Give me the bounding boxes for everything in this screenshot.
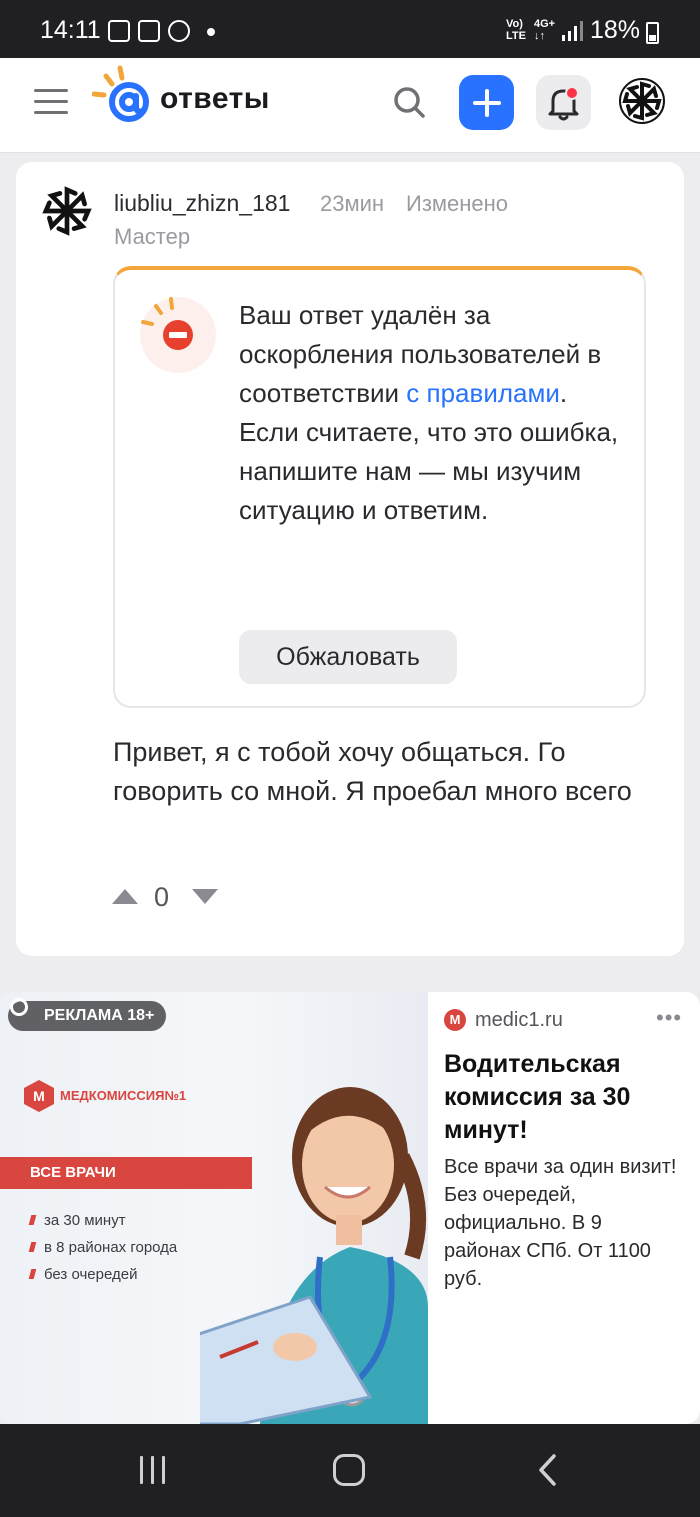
answer-time: 23мин (320, 191, 385, 216)
logo-text[interactable]: ответы (160, 82, 270, 116)
vote-count: 0 (154, 882, 170, 912)
blocked-icon (140, 297, 216, 373)
answer-card: liubliu_zhizn_181 23мин Изменено Мастер … (16, 162, 684, 956)
home-icon[interactable] (333, 1454, 365, 1486)
search-icon[interactable] (390, 80, 430, 124)
author-avatar[interactable] (40, 184, 94, 238)
system-nav-bar (0, 1424, 700, 1517)
ad-bullet: в 8 районах города (30, 1234, 177, 1261)
rules-link[interactable]: с правилами (406, 378, 560, 408)
edited-label: Изменено (406, 191, 509, 216)
advertiser-icon: M (444, 1009, 466, 1031)
signal-icon (562, 21, 583, 41)
more-options-icon[interactable]: ••• (656, 1005, 682, 1031)
status-time: 14:11 (40, 16, 101, 44)
back-icon[interactable] (538, 1454, 558, 1486)
ad-bullet: без очередей (30, 1261, 177, 1288)
app-header: ответы (0, 58, 700, 153)
moderation-notice: Ваш ответ удалён за оскорбления пользова… (113, 266, 646, 708)
recent-apps-icon[interactable] (138, 1456, 168, 1484)
medkomissiya-logo-icon: М (24, 1080, 54, 1112)
notifications-button[interactable] (536, 75, 591, 130)
doctor-photo-icon (200, 1087, 428, 1424)
appeal-button[interactable]: Обжаловать (239, 630, 457, 684)
battery-percent: 18% (590, 16, 641, 44)
bell-icon (548, 86, 579, 121)
downvote-icon[interactable] (192, 889, 218, 904)
ad-domain[interactable]: medic1.ru (475, 1009, 563, 1032)
notice-text: Ваш ответ удалён за оскорбления пользова… (239, 300, 619, 525)
ad-image[interactable]: М МЕДКОМИССИЯ№1 ВСЕ ВРАЧИ за 30 минут в … (0, 992, 428, 1424)
ad-title[interactable]: Водительская комиссия за 30 минут! (444, 1048, 684, 1147)
ad-description[interactable]: Все врачи за один визит! Без очередей, о… (444, 1153, 684, 1293)
calendar-icon (138, 20, 160, 42)
ask-question-button[interactable] (459, 75, 514, 130)
battery-icon (646, 22, 659, 44)
whatsapp-icon (168, 20, 190, 42)
author-rank: Мастер (114, 224, 191, 249)
author-username[interactable]: liubliu_zhizn_181 (114, 190, 290, 217)
data-indicator: 4G+ ↓↑ (534, 18, 556, 42)
ad-label: РЕКЛАМА 18+ (8, 1001, 167, 1031)
user-avatar[interactable] (619, 78, 665, 124)
menu-icon[interactable] (34, 89, 68, 115)
gallery-icon (108, 20, 130, 42)
answer-body: Привет, я с тобой хочу общаться. Го гово… (113, 737, 632, 806)
upvote-icon[interactable] (112, 889, 138, 904)
notification-dot-icon (207, 28, 215, 36)
ad-info-icon (10, 998, 28, 1016)
ad-bullet: за 30 минут (30, 1207, 177, 1234)
ad-image-bullets: за 30 минут в 8 районах города без очере… (30, 1207, 177, 1288)
volte-indicator: Vo) LTE (506, 18, 526, 42)
status-bar: 14:11 Vo) LTE 4G+ ↓↑ 18% (0, 0, 700, 58)
